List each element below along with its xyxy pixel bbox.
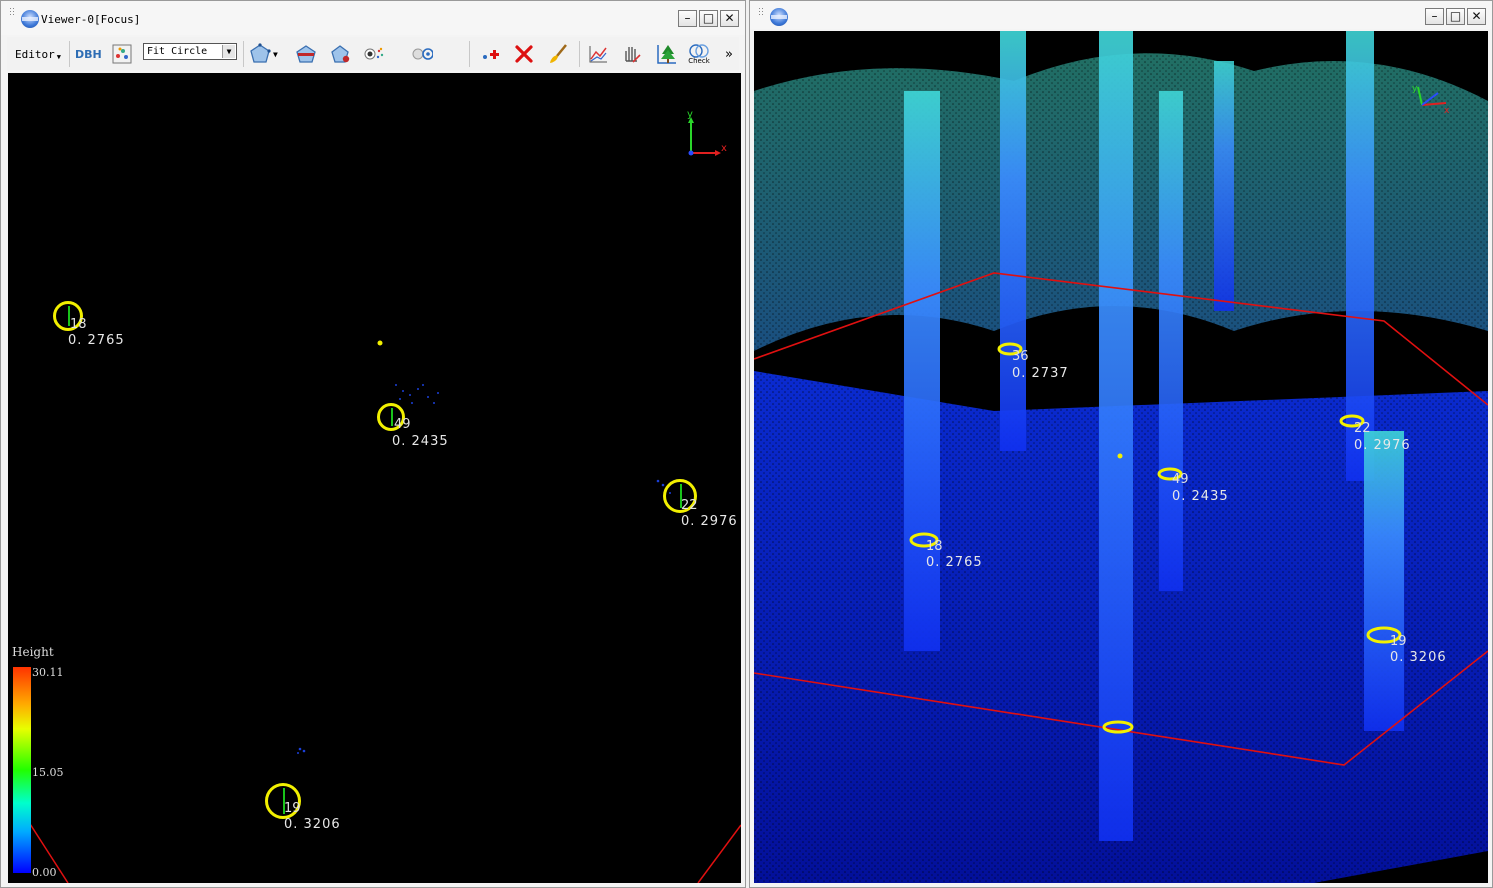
axis-gizmo-icon: y x [687,109,727,156]
close-button[interactable]: ✕ [720,10,739,27]
editor-label: Editor [15,47,55,61]
more-tools-button[interactable]: » [725,37,733,71]
tree-id-label: 19 [284,801,301,816]
fit-method-select[interactable]: Fit Circle ▼ [143,43,237,60]
delete-icon[interactable] [513,37,535,71]
tree-icon[interactable] [655,37,677,71]
tree-dbh-label: 0. 2435 [1172,489,1229,504]
tree-dbh-label: 0. 2765 [926,555,983,570]
drag-grip-icon[interactable] [9,7,15,15]
maximize-button[interactable]: □ [699,10,718,27]
tree-id-label: 22 [1354,421,1371,436]
close-button[interactable]: ✕ [1467,8,1486,25]
check-label: Check [688,57,710,65]
tree-id-label: 36 [1012,349,1029,364]
legend-min-label: 0.00 [32,866,57,879]
tree-id-label: 18 [926,539,943,554]
editor-menu-button[interactable]: Editor ▼ [15,37,61,71]
chevron-down-icon: ▼ [56,53,61,61]
scatter-plot-icon[interactable] [111,37,133,71]
tree-dbh-label: 0. 2976 [681,514,738,529]
tree-dbh-label: 0. 2765 [68,333,125,348]
top-view-viewport[interactable]: 18 0. 2765 49 0. 2435 22 0. 2976 19 0. 3… [8,73,741,883]
chevron-down-icon[interactable]: ▼ [273,37,278,71]
window-title: Viewer-0[Focus] [41,13,141,26]
check-button[interactable]: Check [687,37,711,71]
axis-x-label: x [1444,106,1450,115]
point-cloud-top [22,340,741,883]
tree-id-label: 49 [1172,472,1189,487]
line-chart-icon[interactable] [587,37,609,71]
tree-dbh-label: 0. 2976 [1354,438,1411,453]
legend-title: Height [12,645,54,659]
title-bar[interactable]: Viewer-0[Focus] – □ ✕ [1,1,745,35]
fit-method-value: Fit Circle [147,46,208,57]
tree-id-label: 19 [1390,634,1407,649]
tree-dbh-label: 0. 3206 [284,817,341,832]
legend-mid-label: 15.05 [32,766,64,779]
dbh-button[interactable]: DBH [75,37,102,71]
legend-max-label: 30.11 [32,666,64,679]
axis-y-label: y [687,109,693,120]
radio-unselected-icon[interactable] [411,37,433,71]
axis-y-label: y [1412,84,1418,94]
polygon-edit-icon[interactable] [329,37,351,71]
viewer-window-left: Viewer-0[Focus] – □ ✕ Editor ▼ DBH Fit C… [0,0,746,888]
polygon-select-icon[interactable] [249,37,271,71]
tree-id-label: 18 [70,317,87,332]
viewer-window-right: – □ ✕ 36 0. 2737 22 0. 2976 49 0. 2435 1… [749,0,1493,888]
height-color-scale [13,667,31,873]
tree-dbh-label: 0. 2435 [392,434,449,449]
title-bar[interactable]: – □ ✕ [750,1,1492,29]
tree-dbh-label: 0. 3206 [1390,650,1447,665]
app-logo-icon [770,8,788,26]
minimize-button[interactable]: – [1425,8,1444,25]
hand-measure-icon[interactable] [621,37,643,71]
brush-icon[interactable] [547,37,569,71]
drag-grip-icon[interactable] [758,7,764,15]
viewer-toolbar: Editor ▼ DBH Fit Circle ▼ ▼ Check » [7,37,739,71]
dropdown-arrow-icon[interactable]: ▼ [222,45,235,58]
add-point-icon[interactable] [479,37,501,71]
tree-id-label: 22 [681,498,698,513]
app-logo-icon [21,10,39,28]
tree-id-label: 49 [394,417,411,432]
cut-polygon-icon[interactable] [295,37,317,71]
minimize-button[interactable]: – [678,10,697,27]
perspective-viewport[interactable]: 36 0. 2737 22 0. 2976 49 0. 2435 18 0. 2… [754,31,1488,883]
axis-x-label: x [721,143,727,154]
radio-selected-icon[interactable] [363,37,385,71]
maximize-button[interactable]: □ [1446,8,1465,25]
point-cloud-3d [754,31,1488,883]
tree-dbh-label: 0. 2737 [1012,366,1069,381]
axis-gizmo-icon: y x [1412,84,1450,115]
